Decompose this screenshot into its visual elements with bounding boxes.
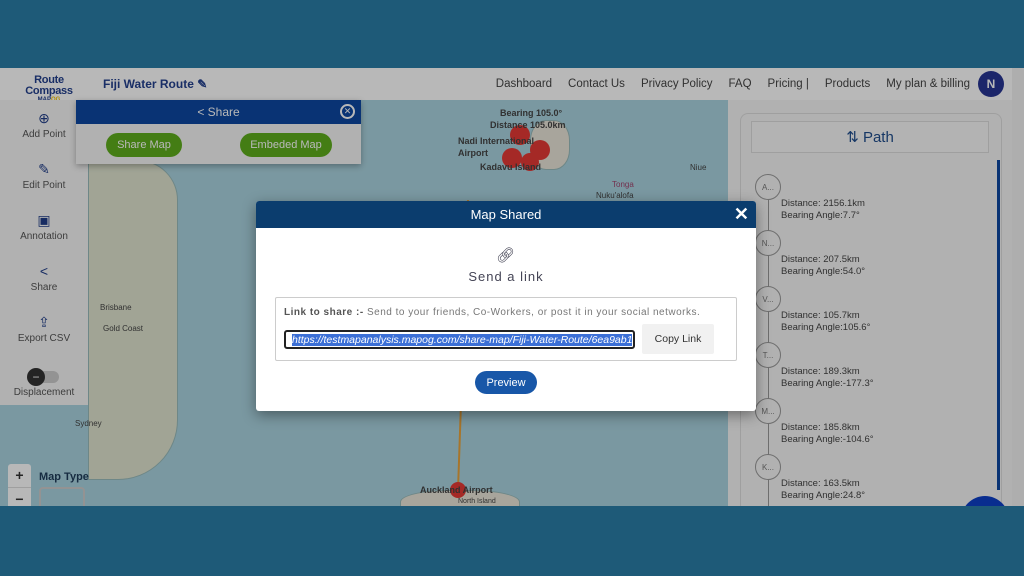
app-window: Brisbane Gold Coast New South Wales Sydn… [0, 68, 1024, 506]
map-shared-dialog: Map Shared ✕ 🔗︎ Send a link Link to share… [256, 201, 756, 411]
send-link-heading: Send a link [468, 269, 544, 284]
preview-button[interactable]: Preview [475, 371, 537, 394]
copy-link-button[interactable]: Copy Link [642, 324, 714, 354]
link-icon: 🔗︎ [496, 247, 516, 264]
link-box: Link to share :- Send to your friends, C… [275, 297, 737, 361]
close-icon[interactable]: ✕ [734, 204, 749, 225]
share-url-input[interactable]: https://testmapanalysis.mapog.com/share-… [284, 330, 635, 349]
link-hint: Link to share :- Send to your friends, C… [284, 307, 701, 318]
dialog-header: Map Shared ✕ [256, 201, 756, 228]
share-url-text: https://testmapanalysis.mapog.com/share-… [292, 333, 633, 346]
dialog-title: Map Shared [470, 207, 542, 222]
